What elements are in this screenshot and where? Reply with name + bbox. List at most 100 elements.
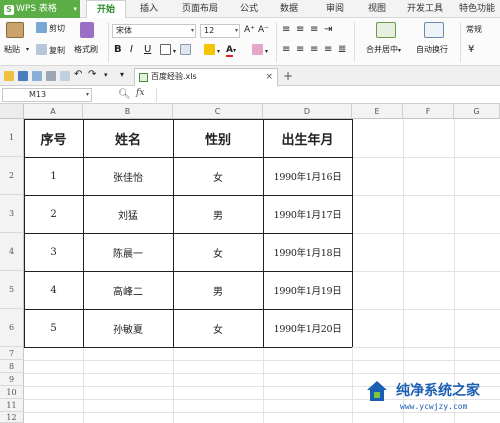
table-cell[interactable]: 男 xyxy=(173,195,263,233)
font-name-select[interactable]: 宋体 ▾ xyxy=(112,24,196,38)
column-header-f[interactable]: F xyxy=(403,104,454,119)
table-cell[interactable]: 3 xyxy=(24,233,83,271)
number-format-select[interactable]: 常规 xyxy=(466,24,482,36)
close-icon[interactable]: × xyxy=(265,69,273,85)
table-cell[interactable]: 女 xyxy=(173,233,263,271)
column-header-g[interactable]: G xyxy=(454,104,500,119)
print-preview-icon[interactable] xyxy=(60,71,70,81)
table-cell[interactable]: 1990年1月17日 xyxy=(263,195,352,233)
table-cell[interactable]: 女 xyxy=(173,309,263,347)
column-header-b[interactable]: B xyxy=(83,104,173,119)
merge-cells-button[interactable] xyxy=(180,44,193,57)
table-cell[interactable]: 男 xyxy=(173,271,263,309)
currency-button[interactable]: ¥ xyxy=(468,44,474,56)
table-cell[interactable]: 1990年1月19日 xyxy=(263,271,352,309)
table-header-cell[interactable]: 序号 xyxy=(24,119,83,157)
table-header-cell[interactable]: 姓名 xyxy=(83,119,173,157)
wrap-text-icon[interactable] xyxy=(424,22,444,38)
tab-formula[interactable]: 公式 xyxy=(232,0,266,18)
row-header[interactable]: 6 xyxy=(0,309,24,347)
redo-icon[interactable]: ↷ xyxy=(88,69,96,81)
column-header-d[interactable]: D xyxy=(263,104,352,119)
row-header[interactable]: 12 xyxy=(0,412,24,423)
column-header-e[interactable]: E xyxy=(352,104,403,119)
table-cell[interactable]: 1990年1月16日 xyxy=(263,157,352,195)
underline-button[interactable]: U xyxy=(144,44,151,56)
paste-dropdown-icon[interactable]: ▾ xyxy=(26,44,29,56)
undo-icon[interactable]: ↶ xyxy=(74,69,82,81)
document-tab[interactable]: 百度经验.xls × xyxy=(134,68,278,86)
row-header[interactable]: 8 xyxy=(0,360,24,373)
row-header[interactable]: 3 xyxy=(0,195,24,233)
print-icon[interactable] xyxy=(46,71,56,81)
table-cell[interactable]: 陈晨一 xyxy=(83,233,173,271)
name-box[interactable]: M13 ▾ xyxy=(2,88,92,102)
cut-button[interactable]: 剪切 xyxy=(36,22,65,35)
wrap-text-button[interactable]: 自动换行 xyxy=(416,44,448,56)
align-right-icon[interactable]: ≡ xyxy=(310,44,318,56)
table-cell[interactable]: 1 xyxy=(24,157,83,195)
merge-center-icon[interactable] xyxy=(376,22,396,38)
tab-page-layout[interactable]: 页面布局 xyxy=(172,0,228,18)
merge-center-button[interactable]: 合并居中▾ xyxy=(366,44,401,57)
font-color-button[interactable]: A▾ xyxy=(226,44,236,57)
table-cell[interactable]: 高峰二 xyxy=(83,271,173,309)
table-header-cell[interactable]: 性别 xyxy=(173,119,263,157)
formula-input[interactable] xyxy=(156,88,498,102)
table-cell[interactable]: 1990年1月18日 xyxy=(263,233,352,271)
indent-icon[interactable]: ⇥ xyxy=(324,24,332,36)
table-cell[interactable]: 1990年1月20日 xyxy=(263,309,352,347)
align-center-icon[interactable]: ≡ xyxy=(296,44,304,56)
copy-button[interactable]: 复制 xyxy=(36,44,65,57)
tab-insert[interactable]: 插入 xyxy=(132,0,166,18)
paste-icon[interactable] xyxy=(6,22,24,38)
table-cell[interactable]: 5 xyxy=(24,309,83,347)
justify-icon[interactable]: ≡ xyxy=(324,44,332,56)
align-bottom-icon[interactable]: ≡ xyxy=(310,24,318,36)
customize-toolbar-icon[interactable]: ▾ xyxy=(120,69,124,81)
column-header-c[interactable]: C xyxy=(173,104,263,119)
align-left-icon[interactable]: ≡ xyxy=(282,44,290,56)
row-header[interactable]: 2 xyxy=(0,157,24,195)
bold-button[interactable]: B xyxy=(114,44,122,56)
tab-view[interactable]: 视图 xyxy=(360,0,394,18)
insert-function-button[interactable]: fx xyxy=(136,88,144,98)
table-header-cell[interactable]: 出生年月 xyxy=(263,119,352,157)
zoom-icon[interactable]: 🔍︎ xyxy=(118,89,131,100)
app-menu-button[interactable]: S WPS 表格 ▾ xyxy=(0,0,80,18)
paste-button[interactable]: 粘贴 xyxy=(4,44,20,56)
column-header-a[interactable]: A xyxy=(24,104,83,119)
row-header[interactable]: 4 xyxy=(0,233,24,271)
table-cell[interactable]: 张佳怡 xyxy=(83,157,173,195)
clear-format-button[interactable]: ▾ xyxy=(252,44,268,58)
tab-data[interactable]: 数据 xyxy=(272,0,306,18)
new-tab-button[interactable]: + xyxy=(283,68,293,84)
shrink-font-button[interactable]: A⁻ xyxy=(258,24,269,36)
tab-developer[interactable]: 开发工具 xyxy=(400,0,450,18)
tab-home[interactable]: 开始 xyxy=(86,0,126,19)
table-cell[interactable]: 4 xyxy=(24,271,83,309)
italic-button[interactable]: I xyxy=(130,44,133,56)
tab-features[interactable]: 特色功能 xyxy=(454,0,500,18)
format-painter-button[interactable]: 格式刷 xyxy=(74,44,98,56)
distributed-icon[interactable]: ≣ xyxy=(338,44,346,56)
row-header[interactable]: 1 xyxy=(0,119,24,157)
row-header[interactable]: 5 xyxy=(0,271,24,309)
row-header[interactable]: 10 xyxy=(0,386,24,399)
table-cell[interactable]: 女 xyxy=(173,157,263,195)
format-painter-icon[interactable] xyxy=(80,22,94,38)
row-header[interactable]: 7 xyxy=(0,347,24,360)
select-all-corner[interactable] xyxy=(0,104,24,119)
table-cell[interactable]: 孙敏夏 xyxy=(83,309,173,347)
table-cell[interactable]: 2 xyxy=(24,195,83,233)
open-folder-icon[interactable] xyxy=(4,71,14,81)
save-icon[interactable] xyxy=(18,71,28,81)
font-size-select[interactable]: 12 ▾ xyxy=(200,24,240,38)
save-as-icon[interactable] xyxy=(32,71,42,81)
border-button[interactable]: ▾ xyxy=(160,44,176,58)
row-header[interactable]: 9 xyxy=(0,373,24,386)
align-top-icon[interactable]: ≡ xyxy=(282,24,290,36)
align-middle-icon[interactable]: ≡ xyxy=(296,24,304,36)
fill-color-button[interactable]: ▾ xyxy=(204,44,220,58)
chevron-down-icon[interactable]: ▾ xyxy=(104,69,108,81)
